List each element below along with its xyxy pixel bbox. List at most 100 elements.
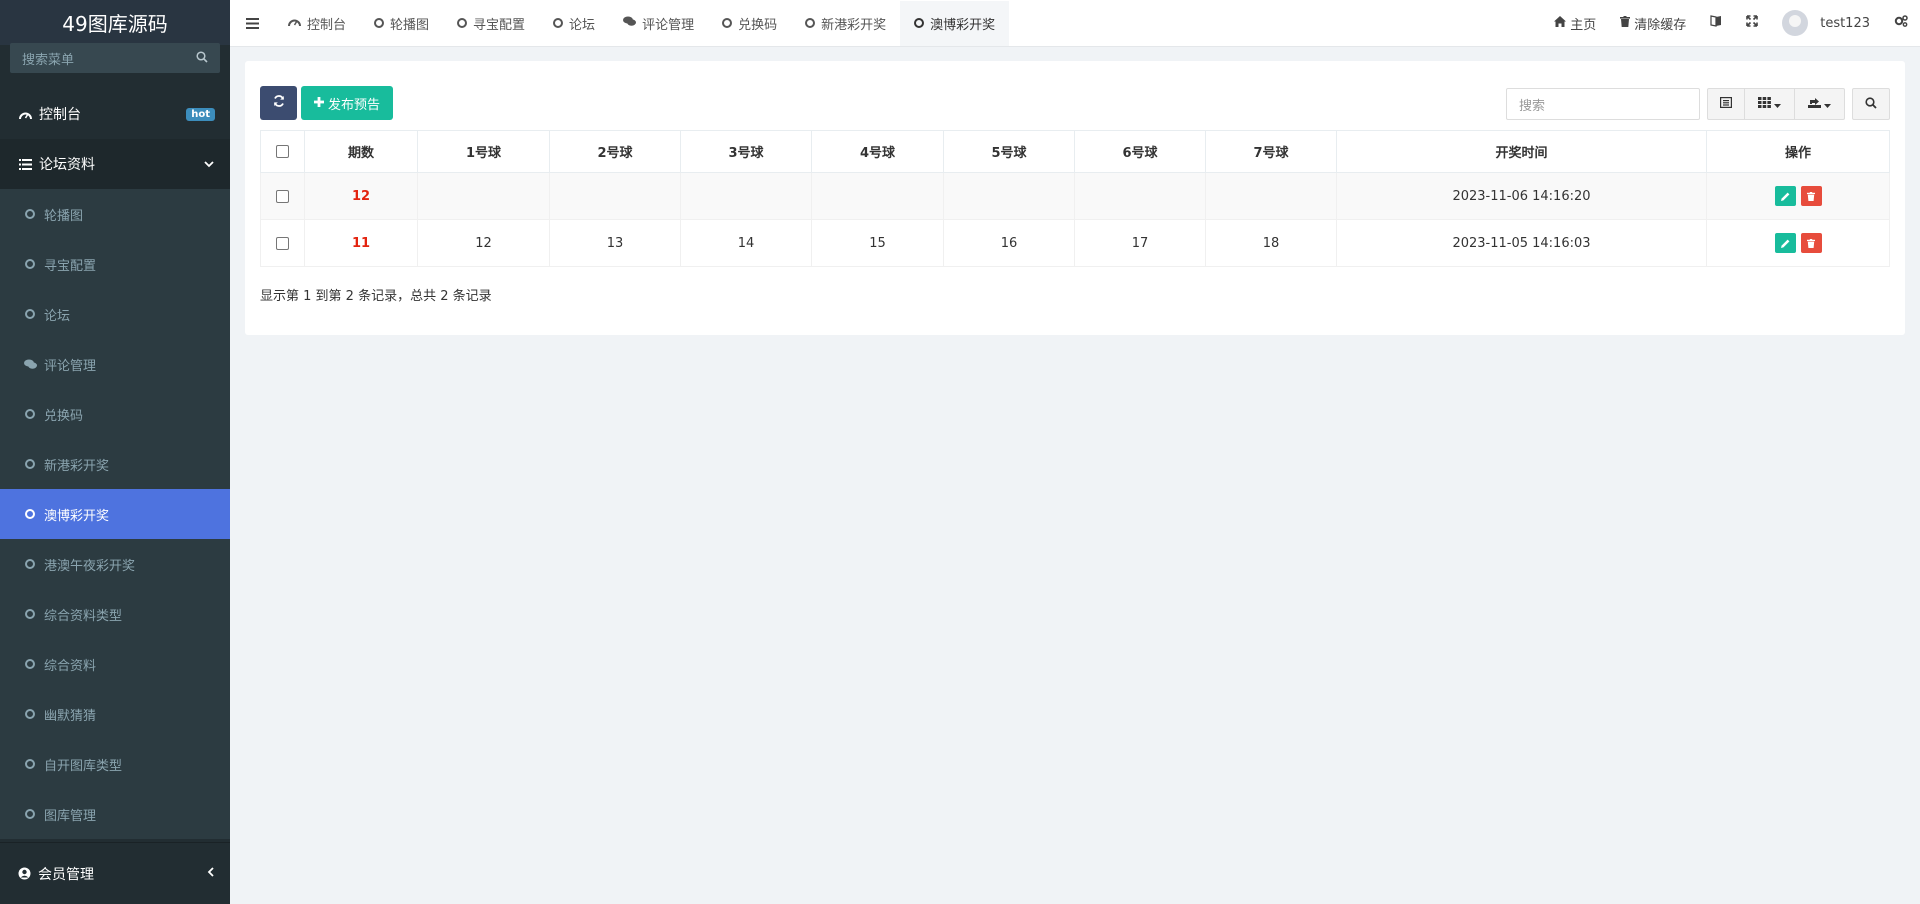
delete-button[interactable] — [1800, 186, 1822, 206]
draw-time-cell: 2023-11-05 14:16:03 — [1336, 219, 1707, 267]
tab-redeem-code[interactable]: 兑换码 — [708, 1, 791, 46]
sidebar-item-member[interactable]: 会员管理 — [0, 842, 230, 904]
tab-dashboard[interactable]: 控制台 — [274, 1, 360, 46]
row-checkbox[interactable] — [276, 236, 289, 250]
advanced-search-button[interactable] — [1852, 88, 1890, 120]
caret-down-icon — [1824, 97, 1831, 111]
ball-cell: 16 — [943, 219, 1075, 267]
circle-icon — [25, 709, 35, 719]
app-logo[interactable]: 49图库源码 — [0, 0, 230, 45]
list-view-icon — [1720, 97, 1733, 111]
clear-cache-label: 清除缓存 — [1634, 17, 1687, 33]
circle-icon — [25, 659, 35, 669]
circle-icon — [553, 18, 564, 28]
comments-icon — [623, 16, 637, 31]
tab-comments[interactable]: 评论管理 — [609, 1, 708, 46]
home-label: 主页 — [1570, 17, 1597, 33]
column-header[interactable]: 开奖时间 — [1336, 130, 1707, 173]
sidebar-search-input[interactable]: 搜索菜单 — [10, 43, 220, 73]
tab-macau-lottery[interactable]: 澳博彩开奖 — [900, 0, 1010, 46]
ball-cell: 14 — [680, 219, 812, 267]
ball-cell — [811, 172, 944, 220]
home-link[interactable]: 主页 — [1542, 1, 1608, 46]
menu-toggle-icon[interactable] — [230, 1, 274, 46]
clear-cache-button[interactable]: 清除缓存 — [1608, 1, 1698, 46]
top-navbar: 控制台 轮播图 寻宝配置 论坛 评论管理 兑换码 新港彩开奖 澳博彩开奖 主页 … — [230, 0, 1920, 47]
sidebar-item-carousel[interactable]: 轮播图 — [0, 189, 230, 239]
edit-button[interactable] — [1774, 186, 1796, 206]
sidebar-group-forum-data[interactable]: 论坛资料 — [0, 139, 230, 189]
circle-icon — [25, 809, 35, 819]
export-dropdown-button[interactable] — [1795, 88, 1845, 120]
sidebar-item-midnight-lottery[interactable]: 港澳午夜彩开奖 — [0, 539, 230, 589]
actions-cell — [1706, 172, 1890, 220]
row-checkbox[interactable] — [276, 189, 289, 203]
sidebar-item-gallery-types[interactable]: 自开图库类型 — [0, 739, 230, 789]
language-toggle[interactable] — [1698, 1, 1734, 46]
sidebar-item-label: 港澳午夜彩开奖 — [44, 558, 136, 574]
sidebar-item-label: 轮播图 — [44, 208, 84, 224]
column-header[interactable]: 4号球 — [811, 130, 944, 173]
delete-button[interactable] — [1800, 233, 1822, 253]
sidebar-item-label: 论坛 — [44, 308, 71, 324]
tab-carousel[interactable]: 轮播图 — [360, 1, 443, 46]
ball-cell — [1074, 172, 1206, 220]
user-menu[interactable]: test123 — [1770, 1, 1882, 46]
search-icon — [1865, 96, 1877, 112]
chevron-down-icon — [204, 158, 214, 171]
lottery-results-table: 期数 1号球 2号球 3号球 4号球 5号球 6号球 7号球 开奖时间 操作 1… — [260, 130, 1890, 267]
circle-icon — [25, 409, 35, 419]
dashboard-icon — [18, 109, 32, 120]
sidebar-item-gallery-manage[interactable]: 图库管理 — [0, 789, 230, 839]
list-icon — [18, 158, 32, 170]
sidebar-item-forum[interactable]: 论坛 — [0, 289, 230, 339]
sidebar-item-data[interactable]: 综合资料 — [0, 639, 230, 689]
sidebar-item-redeem-code[interactable]: 兑换码 — [0, 389, 230, 439]
home-icon — [1554, 15, 1567, 31]
refresh-button[interactable] — [260, 86, 297, 120]
column-header[interactable]: 7号球 — [1205, 130, 1337, 173]
toggle-view-button[interactable] — [1707, 88, 1745, 120]
sidebar-item-humor-guess[interactable]: 幽默猜猜 — [0, 689, 230, 739]
tab-label: 澳博彩开奖 — [930, 17, 996, 33]
column-header[interactable]: 1号球 — [417, 130, 550, 173]
dashboard-icon — [288, 16, 301, 31]
tab-forum[interactable]: 论坛 — [539, 1, 609, 46]
tab-treasure-config[interactable]: 寻宝配置 — [443, 1, 539, 46]
sidebar-item-hk-lottery[interactable]: 新港彩开奖 — [0, 439, 230, 489]
pencil-icon — [1780, 192, 1789, 201]
column-header[interactable]: 6号球 — [1074, 130, 1206, 173]
sidebar-item-comments[interactable]: 评论管理 — [0, 339, 230, 389]
circle-icon — [25, 259, 35, 269]
column-header[interactable]: 3号球 — [680, 130, 812, 173]
edit-button[interactable] — [1774, 233, 1796, 253]
sidebar-item-label: 兑换码 — [44, 408, 84, 424]
sidebar-item-data-types[interactable]: 综合资料类型 — [0, 589, 230, 639]
sidebar-item-label: 综合资料 — [44, 658, 97, 674]
sidebar-item-label: 澳博彩开奖 — [44, 508, 110, 524]
sidebar-item-treasure-config[interactable]: 寻宝配置 — [0, 239, 230, 289]
column-header[interactable]: 5号球 — [943, 130, 1075, 173]
table-tools: 搜索 — [1506, 88, 1890, 120]
tab-hk-lottery[interactable]: 新港彩开奖 — [791, 1, 900, 46]
select-all-checkbox[interactable] — [276, 145, 289, 158]
tab-label: 兑换码 — [738, 17, 778, 33]
circle-icon — [25, 459, 35, 469]
column-header[interactable]: 期数 — [304, 130, 418, 173]
circle-icon — [457, 18, 468, 28]
sidebar-item-macau-lottery[interactable]: 澳博彩开奖 — [0, 489, 230, 539]
publish-notice-button[interactable]: 发布预告 — [301, 86, 393, 120]
columns-dropdown-button[interactable] — [1745, 88, 1795, 120]
ball-cell: 15 — [811, 219, 944, 267]
fullscreen-button[interactable] — [1734, 1, 1770, 46]
pencil-icon — [1780, 239, 1789, 248]
export-icon — [1808, 97, 1821, 111]
settings-button[interactable] — [1882, 1, 1920, 46]
table-search-input[interactable]: 搜索 — [1506, 88, 1700, 120]
sidebar-item-dashboard[interactable]: 控制台 hot — [0, 89, 230, 139]
trash-icon — [1620, 15, 1631, 31]
column-header[interactable]: 2号球 — [549, 130, 681, 173]
ball-cell: 18 — [1205, 219, 1337, 267]
ball-cell: 13 — [549, 219, 681, 267]
ball-cell — [943, 172, 1075, 220]
